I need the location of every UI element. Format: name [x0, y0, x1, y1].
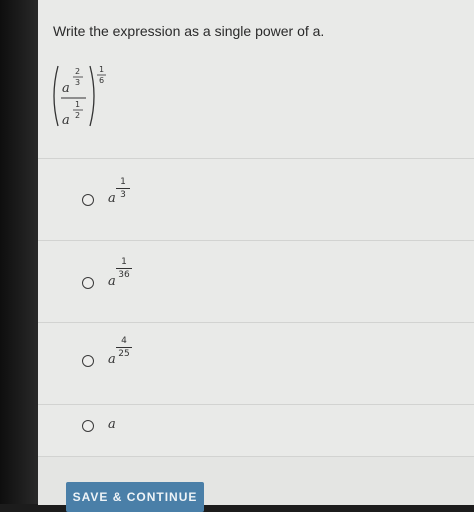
numerator-base: a — [62, 81, 70, 96]
option-base: a — [108, 274, 116, 289]
option-exponent: 13 — [116, 177, 130, 200]
numerator-exp-den: 3 — [75, 78, 80, 87]
outer-exp-den: 6 — [99, 76, 104, 85]
quiz-screen: Write the expression as a single power o… — [38, 0, 474, 512]
save-continue-button[interactable]: SAVE & CONTINUE — [66, 482, 204, 512]
left-paren — [53, 65, 59, 127]
denominator-exp-num: 1 — [75, 100, 80, 109]
radio-button[interactable] — [82, 420, 94, 432]
option-base: a — [108, 191, 116, 206]
denominator-base: a — [62, 113, 70, 128]
radio-button[interactable] — [82, 277, 94, 289]
answer-option-3[interactable]: a 4 25 — [38, 322, 474, 405]
math-expression: a 2 3 a 1 2 1 6 — [53, 65, 106, 128]
right-paren — [89, 65, 95, 127]
radio-button[interactable] — [82, 194, 94, 206]
question-prompt: Write the expression as a single power o… — [53, 23, 325, 39]
radio-button[interactable] — [82, 355, 94, 367]
answer-option-4[interactable]: a — [38, 404, 474, 457]
option-base: a — [108, 352, 116, 367]
option-exponent: 4 25 — [116, 336, 132, 359]
option-exponent: 1 36 — [116, 257, 132, 280]
denominator-exp-den: 2 — [75, 111, 80, 120]
outer-exp-num: 1 — [99, 65, 104, 74]
device-bezel — [0, 0, 40, 504]
option-base: a — [108, 417, 116, 432]
answer-option-2[interactable]: a 1 36 — [38, 240, 474, 323]
question-area: Write the expression as a single power o… — [38, 0, 474, 159]
numerator-exp-num: 2 — [75, 67, 80, 76]
answer-option-1[interactable]: a 13 — [38, 158, 474, 241]
